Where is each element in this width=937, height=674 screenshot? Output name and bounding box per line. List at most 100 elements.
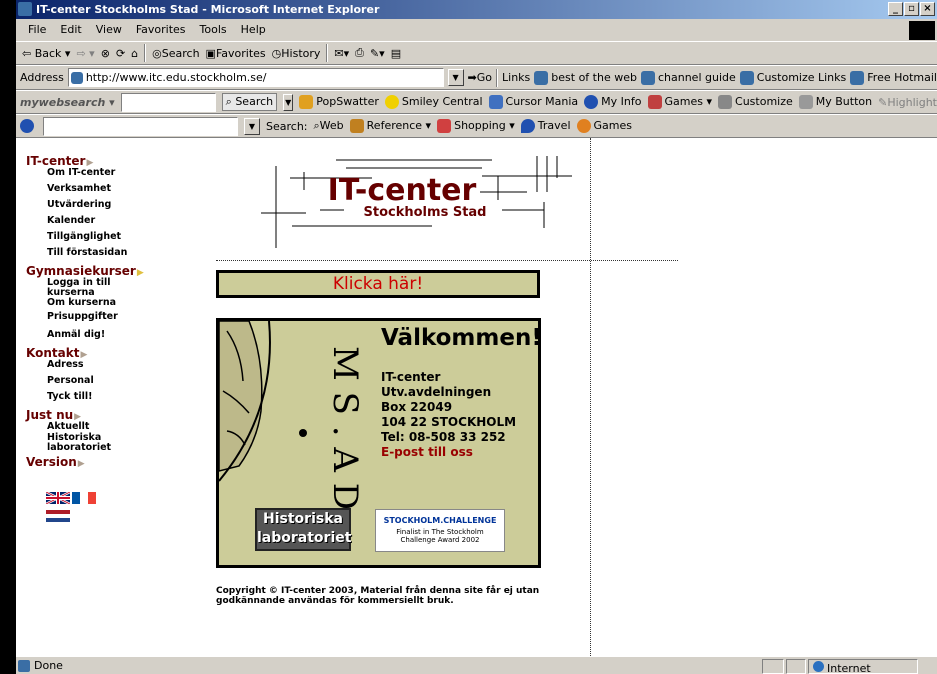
smiley-icon [384,95,399,109]
nav-item-tillganglighet[interactable]: Tillgänglighet [26,232,216,248]
nav-heading-kontakt[interactable]: Kontakt▶ [26,346,216,360]
home-icon[interactable]: ⌂ [131,47,138,60]
back-arrow-icon: ⇦ [22,46,32,60]
search-toolbar-dropdown[interactable]: ▼ [244,117,260,135]
websearch-button[interactable]: ⌕ Search [221,93,278,111]
menu-edit[interactable]: Edit [54,19,87,41]
nav-heading-it-center[interactable]: IT-center▶ [26,154,216,168]
minimize-button[interactable]: _ [888,2,903,16]
nav-heading-gymnasiekurser[interactable]: Gymnasiekurser▶ [26,264,216,278]
menu-view[interactable]: View [90,19,128,41]
it-center-logo[interactable]: IT-center Stockholms Stad [232,148,572,248]
nav-item-anmal-dig[interactable]: Anmäl dig! [26,330,216,346]
klicka-har-button[interactable]: Klicka här! [216,270,540,298]
horizontal-divider [216,260,678,261]
highlight-icon: ✎ [878,95,888,109]
games-button[interactable]: Games ▾ [647,95,712,109]
page-content: IT-center▶ Om IT-center Verksamhet Utvär… [16,138,937,656]
historical-seal-image: M S . A D [219,321,365,510]
address-line-3: Box 22049 [381,400,453,414]
menu-help[interactable]: Help [235,19,272,41]
go-button[interactable]: ➡Go [468,71,492,84]
my-button-icon [798,95,813,109]
favorites-button[interactable]: ▣Favorites [206,47,266,60]
menu-tools[interactable]: Tools [194,19,233,41]
highlight-button[interactable]: ✎Highlight [878,96,937,109]
standard-toolbar: ⇦ Back ▾ ⇨ ▾ ⊗ ⟳ ⌂ ◎Search ▣Favorites ◷H… [16,41,937,65]
france-flag-icon[interactable] [72,492,96,504]
mywebsearch-toolbar: mywebsearch ▾ ⌕ Search ▼ PopSwatter Smil… [16,90,937,114]
nav-item-till-forstasidan[interactable]: Till förstasidan [26,248,216,264]
search-toolbar-input[interactable] [43,116,238,136]
triangle-right-icon: ▶ [136,268,144,278]
copyright-text: Copyright © IT-center 2003, Material frå… [216,586,540,606]
forward-button[interactable]: ⇨ ▾ [76,47,94,60]
vertical-divider [590,138,591,656]
search-toolbar-logo-icon[interactable] [20,119,34,133]
search-games-button[interactable]: Games [576,119,632,133]
info-icon [584,95,599,109]
go-arrow-icon: ➡ [467,71,477,84]
nav-item-personal[interactable]: Personal [26,376,216,392]
left-navigation: IT-center▶ Om IT-center Verksamhet Utvär… [26,154,216,469]
address-line-4: 104 22 STOCKHOLM [381,415,517,429]
stop-icon[interactable]: ⊗ [101,47,110,60]
nav-item-om-kurserna[interactable]: Om kurserna [26,298,216,312]
link-customize-links[interactable]: Customize Links [739,70,846,85]
nav-item-adress[interactable]: Adress [26,360,216,376]
search-reference-button[interactable]: Reference ▾ [349,119,431,133]
websearch-input[interactable] [120,92,216,112]
search-button[interactable]: ◎Search [152,47,199,60]
search-globe-icon: ◎ [152,46,162,60]
address-label: Address [20,71,64,84]
search-web-button[interactable]: ⌕Web [314,119,344,133]
historiska-laboratoriet-button[interactable]: Historiska laboratoriet [255,508,351,551]
cursor-mania-button[interactable]: Cursor Mania [488,95,578,109]
nav-item-historiska-laboratoriet[interactable]: Historiska laboratoriet [26,433,111,455]
nav-item-verksamhet[interactable]: Verksamhet [26,184,216,200]
popswatter-button[interactable]: PopSwatter [299,95,379,109]
nav-item-kalender[interactable]: Kalender [26,216,216,232]
back-button[interactable]: ⇦ Back ▾ [22,47,70,60]
search-travel-button[interactable]: Travel [520,119,571,133]
stockholm-challenge-badge[interactable]: STOCKHOLM.CHALLENGE Finalist in The Stoc… [375,509,505,552]
reference-icon [349,119,364,133]
maximize-button[interactable]: ▫ [904,2,919,16]
nav-heading-just-nu[interactable]: Just nu▶ [26,408,216,422]
nav-item-logga-in[interactable]: Logga in till kurserna [26,278,112,298]
mail-icon[interactable]: ✉▾ [334,47,349,60]
nav-item-utvardering[interactable]: Utvärdering [26,200,216,216]
smiley-central-button[interactable]: Smiley Central [384,95,483,109]
link-best-of-the-web[interactable]: best of the web [534,70,637,85]
links-label: Links [502,71,531,84]
websearch-dropdown[interactable]: ▼ [283,93,294,111]
nav-heading-version[interactable]: Version▶ [26,455,216,469]
welcome-heading: Välkommen! [381,325,541,351]
menu-file[interactable]: File [22,19,52,41]
address-dropdown[interactable]: ▼ [447,69,464,86]
menu-favorites[interactable]: Favorites [130,19,192,41]
my-button[interactable]: My Button [798,95,872,109]
edit-icon[interactable]: ✎▾ [370,47,385,60]
nav-item-tyck-till[interactable]: Tyck till! [26,392,216,408]
discuss-icon[interactable]: ▤ [391,47,401,60]
mywebsearch-logo[interactable]: mywebsearch ▾ [20,96,115,109]
zone-label: Internet [827,662,871,674]
close-button[interactable]: × [920,2,935,16]
print-icon[interactable]: ⎙ [355,46,364,60]
history-button[interactable]: ◷History [272,47,321,60]
email-link[interactable]: E-post till oss [381,445,473,460]
nav-item-prisuppgifter[interactable]: Prisuppgifter [26,312,216,330]
search-shopping-button[interactable]: Shopping ▾ [437,119,515,133]
customize-button[interactable]: Customize [718,95,793,109]
uk-flag-icon[interactable] [46,492,70,504]
link-channel-guide[interactable]: channel guide [640,70,736,85]
link-free-hotmail[interactable]: Free Hotmail [850,70,937,85]
netherlands-flag-icon[interactable] [46,510,70,522]
address-input[interactable]: http://www.itc.edu.stockholm.se/ [86,69,267,86]
refresh-icon[interactable]: ⟳ [116,47,125,60]
my-info-button[interactable]: My Info [584,95,642,109]
title-bar: IT-center Stockholms Stad - Microsoft In… [16,0,937,19]
nav-item-om-it-center[interactable]: Om IT-center [26,168,216,184]
travel-pin-icon [520,119,535,133]
